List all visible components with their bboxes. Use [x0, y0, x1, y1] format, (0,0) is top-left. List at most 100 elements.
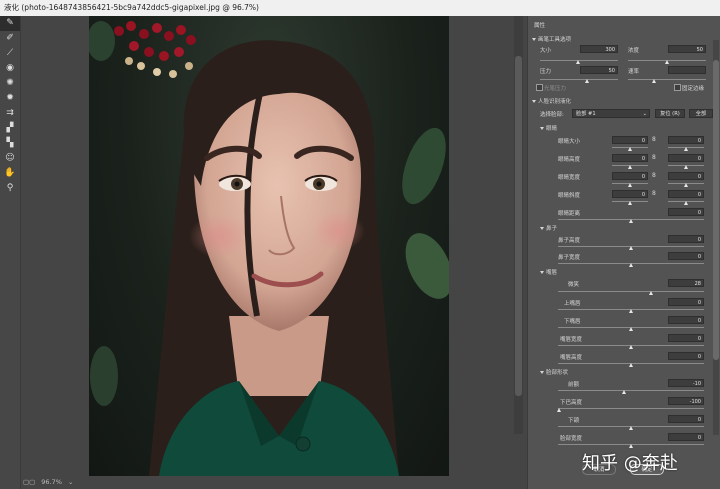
eye-tilt-left-input[interactable]: 0 — [612, 190, 648, 198]
brush-rate-label: 速率 — [628, 69, 640, 75]
brush-pressure-label: 压力 — [540, 69, 552, 75]
canvas-vertical-scrollbar[interactable] — [514, 16, 523, 434]
brush-options-header[interactable]: 画笔工具选项 — [532, 35, 571, 43]
chin-height-slider[interactable] — [558, 408, 704, 409]
panel-header: 属性 — [534, 23, 546, 29]
eye-height-right-thumb[interactable] — [684, 165, 688, 169]
upper-lip-thumb[interactable] — [629, 309, 633, 313]
lower-lip-input[interactable]: 0 — [668, 316, 704, 324]
nose-height-input[interactable]: 0 — [668, 235, 704, 243]
smile-thumb[interactable] — [649, 291, 653, 295]
link-icon[interactable]: 8 — [652, 154, 656, 161]
chevron-down-icon: ⌄ — [642, 111, 647, 117]
pin-edges-checkbox[interactable] — [674, 84, 681, 91]
lower-lip-thumb[interactable] — [629, 327, 633, 331]
eye-distance-input[interactable]: 0 — [668, 208, 704, 216]
zoom-icon[interactable]: ⚲ — [0, 181, 20, 196]
eye-tilt-right-input[interactable]: 0 — [668, 190, 704, 198]
mouth-height-input[interactable]: 0 — [668, 352, 704, 360]
hand-icon[interactable]: ✋ — [0, 166, 20, 181]
eye-size-left-thumb[interactable] — [628, 147, 632, 151]
smile-slider[interactable] — [558, 291, 704, 292]
eye-height-right-input[interactable]: 0 — [668, 154, 704, 162]
mouth-header[interactable]: 嘴唇 — [540, 268, 557, 276]
link-icon[interactable]: 8 — [652, 172, 656, 179]
reconstruct-icon[interactable]: ✐ — [0, 31, 20, 46]
upper-lip-input[interactable]: 0 — [668, 298, 704, 306]
brush-size-thumb[interactable] — [576, 60, 580, 64]
brush-pressure-thumb[interactable] — [585, 79, 589, 83]
forehead-label: 前额 — [568, 382, 580, 388]
nose-width-input[interactable]: 0 — [668, 252, 704, 260]
freeze-mask-icon[interactable]: ▞ — [0, 121, 20, 136]
eye-size-left-input[interactable]: 0 — [612, 136, 648, 144]
panel-vertical-scrollbar[interactable] — [713, 40, 719, 435]
jawline-thumb[interactable] — [629, 426, 633, 430]
canvas-area[interactable] — [21, 16, 513, 476]
mouth-height-thumb[interactable] — [629, 363, 633, 367]
zoom-level[interactable]: 96.7% — [41, 478, 62, 486]
eyes-header[interactable]: 眼睛 — [540, 124, 557, 132]
brush-rate-slider[interactable] — [628, 79, 706, 80]
brush-density-thumb[interactable] — [665, 60, 669, 64]
fit-screen-icon[interactable]: ▢▢ — [23, 478, 35, 486]
brush-pressure-input[interactable]: 50 — [580, 66, 618, 74]
push-left-icon[interactable]: ⇉ — [0, 106, 20, 121]
eye-height-left-input[interactable]: 0 — [612, 154, 648, 162]
face-aware-header[interactable]: 人脸识别液化 — [532, 97, 571, 105]
pucker-icon[interactable]: ✺ — [0, 76, 20, 91]
select-face-dropdown[interactable]: 脸部 #1 ⌄ — [572, 109, 650, 118]
nose-header[interactable]: 鼻子 — [540, 224, 557, 232]
eye-size-right-input[interactable]: 0 — [668, 136, 704, 144]
twirl-icon[interactable]: ◉ — [0, 61, 20, 76]
eye-size-right-thumb[interactable] — [684, 147, 688, 151]
brush-pressure-slider[interactable] — [540, 79, 618, 80]
brush-size-input[interactable]: 300 — [580, 45, 618, 53]
eye-tilt-left-thumb[interactable] — [628, 201, 632, 205]
nose-height-thumb[interactable] — [629, 246, 633, 250]
face-width-thumb[interactable] — [629, 444, 633, 448]
face-shape-header[interactable]: 脸部形状 — [540, 368, 568, 376]
bloat-icon[interactable]: ✹ — [0, 91, 20, 106]
forehead-thumb[interactable] — [622, 390, 626, 394]
face-width-input[interactable]: 0 — [668, 433, 704, 441]
eye-width-left-input[interactable]: 0 — [612, 172, 648, 180]
chin-height-input[interactable]: -100 — [668, 397, 704, 405]
reset-button[interactable]: 复位 (R) — [655, 109, 685, 118]
eye-width-right-input[interactable]: 0 — [668, 172, 704, 180]
window-title: 液化 (photo-1648743856421-5bc9a742ddc5-gig… — [0, 0, 720, 16]
smooth-icon[interactable]: ⟋ — [0, 46, 20, 61]
brush-rate-thumb[interactable] — [652, 79, 656, 83]
stylus-pressure-checkbox[interactable] — [536, 84, 543, 91]
portrait-photo[interactable] — [89, 16, 449, 476]
nose-width-thumb[interactable] — [629, 263, 633, 267]
disclosure-triangle-icon — [532, 100, 536, 103]
eye-height-left-thumb[interactable] — [628, 165, 632, 169]
eye-height-label: 眼睛高度 — [558, 157, 581, 163]
link-icon[interactable]: 8 — [652, 190, 656, 197]
eye-tilt-right-thumb[interactable] — [684, 201, 688, 205]
panel-scroll-thumb[interactable] — [713, 60, 719, 360]
all-button[interactable]: 全部 — [689, 109, 713, 118]
eye-width-left-thumb[interactable] — [628, 183, 632, 187]
mouth-height-label: 嘴唇高度 — [560, 355, 583, 361]
forehead-input[interactable]: -10 — [668, 379, 704, 387]
brush-density-input[interactable]: 50 — [668, 45, 706, 53]
link-icon[interactable]: 8 — [652, 136, 656, 143]
eye-distance-thumb[interactable] — [629, 219, 633, 223]
mouth-width-input[interactable]: 0 — [668, 334, 704, 342]
forehead-slider[interactable] — [558, 390, 704, 391]
forward-warp-icon[interactable]: ✎ — [0, 16, 20, 31]
disclosure-triangle-icon — [540, 227, 544, 230]
jawline-input[interactable]: 0 — [668, 415, 704, 423]
disclosure-triangle-icon — [532, 38, 536, 41]
eye-width-right-thumb[interactable] — [684, 183, 688, 187]
canvas-scroll-thumb[interactable] — [515, 56, 522, 396]
brush-rate-input[interactable] — [668, 66, 706, 74]
smile-input[interactable]: 28 — [668, 279, 704, 287]
thaw-mask-icon[interactable]: ▚ — [0, 136, 20, 151]
chevron-down-icon[interactable]: ⌄ — [68, 478, 73, 486]
face-tool-icon[interactable]: ☺ — [0, 151, 20, 166]
chin-height-thumb[interactable] — [557, 408, 561, 412]
mouth-width-thumb[interactable] — [629, 345, 633, 349]
